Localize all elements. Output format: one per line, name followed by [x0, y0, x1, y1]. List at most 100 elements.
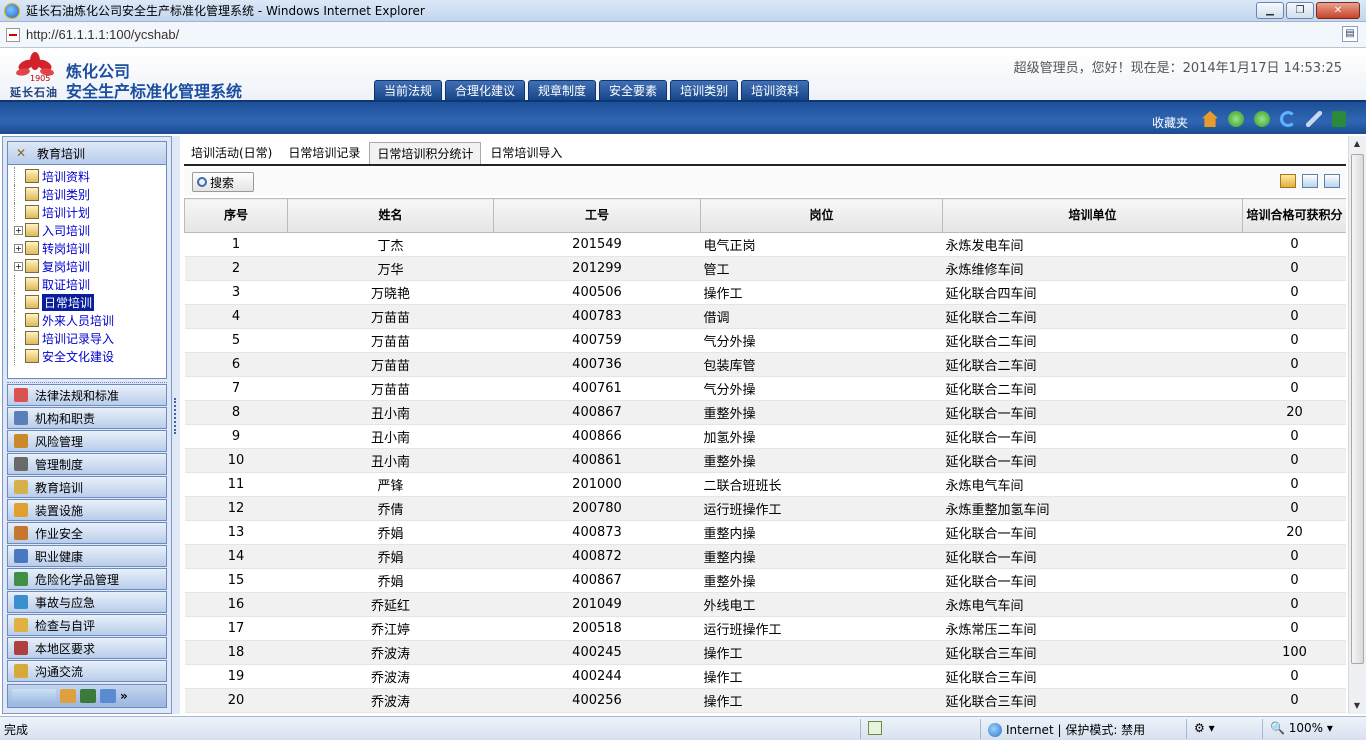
tree-item[interactable]: + 复岗培训 — [14, 257, 166, 275]
export-excel-icon[interactable] — [1302, 174, 1318, 188]
more-chevron-icon[interactable]: » — [120, 689, 136, 703]
table-row[interactable]: 4 万苗苗 400783 借调 延化联合二车间 0 — [184, 304, 1346, 329]
expand-icon[interactable]: + — [14, 225, 23, 235]
favorites-link[interactable]: 收藏夹 — [1152, 114, 1188, 131]
nav-tab-training-materials[interactable]: 培训资料 — [741, 80, 810, 100]
sidebar-section-button[interactable]: 装置设施 — [7, 499, 167, 521]
nav-tab-rules[interactable]: 规章制度 — [528, 80, 597, 100]
sidebar-section-button[interactable]: 本地区要求 — [7, 637, 167, 659]
tree-item[interactable]: 培训资料 — [14, 167, 166, 185]
table-row[interactable]: 12 乔倩 200780 运行班操作工 永炼重整加氢车间 0 — [184, 496, 1346, 521]
nav-tab-safety-elements[interactable]: 安全要素 — [599, 80, 668, 100]
tree-item[interactable]: 日常培训 — [14, 293, 166, 311]
sidebar-open-section[interactable]: ✕ 教育培训 — [7, 141, 167, 165]
column-header[interactable]: 岗位 — [700, 198, 943, 233]
table-row[interactable]: 16 乔延红 201049 外线电工 永炼电气车间 0 — [184, 592, 1346, 617]
footer-doc-icon[interactable] — [100, 689, 116, 703]
tree-item[interactable]: 取证培训 — [14, 275, 166, 293]
security-zone[interactable]: Internet | 保护模式: 禁用 — [988, 721, 1145, 738]
tree-item[interactable]: 培训计划 — [14, 203, 166, 221]
address-url[interactable]: http://61.1.1.1:100/ycshab/ — [26, 27, 179, 42]
table-row[interactable]: 6 万苗苗 400736 包装库管 延化联合二车间 0 — [184, 352, 1346, 377]
table-row[interactable]: 13 乔娟 400873 重整内操 延化联合一车间 20 — [184, 520, 1346, 545]
footer-box-icon[interactable] — [60, 689, 76, 703]
home-icon[interactable] — [1202, 111, 1218, 127]
column-header[interactable]: 序号 — [184, 198, 288, 233]
nav-tab-suggestions[interactable]: 合理化建议 — [445, 80, 526, 100]
sidebar-section-button[interactable]: 法律法规和标准 — [7, 384, 167, 406]
column-header[interactable]: 姓名 — [287, 198, 494, 233]
sidebar-section-button[interactable]: 危险化学品管理 — [7, 568, 167, 590]
table-row[interactable]: 3 万晓艳 400506 操作工 延化联合四车间 0 — [184, 280, 1346, 305]
content-tab[interactable]: 日常培训导入 — [483, 142, 569, 164]
nav-tab-training-types[interactable]: 培训类别 — [670, 80, 739, 100]
settings-wrench-icon[interactable] — [1306, 111, 1322, 127]
sidebar-grip[interactable] — [7, 379, 167, 383]
logout-icon[interactable] — [1332, 111, 1346, 127]
tree-item[interactable]: 外来人员培训 — [14, 311, 166, 329]
content-tab[interactable]: 日常培训记录 — [281, 142, 367, 164]
table-row[interactable]: 2 万华 201299 管工 永炼维修车间 0 — [184, 256, 1346, 281]
print-preview-icon[interactable] — [1324, 174, 1340, 188]
open-folder-icon[interactable] — [1280, 174, 1296, 188]
tree-item[interactable]: 培训记录导入 — [14, 329, 166, 347]
table-cell: 延化联合二车间 — [942, 352, 1243, 377]
footer-list-icon[interactable] — [80, 689, 96, 703]
vertical-scrollbar[interactable]: ▲ ▼ — [1348, 136, 1366, 714]
zoom-level[interactable]: 🔍 100% ▾ — [1270, 721, 1333, 735]
table-row[interactable]: 15 乔娟 400867 重整外操 延化联合一车间 0 — [184, 568, 1346, 593]
tree-item[interactable]: + 入司培训 — [14, 221, 166, 239]
protected-mode-icon[interactable]: ⚙ ▾ — [1194, 721, 1215, 735]
tree-item[interactable]: 培训类别 — [14, 185, 166, 203]
table-row[interactable]: 14 乔娟 400872 重整内操 延化联合一车间 0 — [184, 544, 1346, 569]
sidebar-section-button[interactable]: 事故与应急 — [7, 591, 167, 613]
maximize-button[interactable]: ❐ — [1286, 2, 1314, 19]
sidebar-section-button[interactable]: 职业健康 — [7, 545, 167, 567]
sidebar-section-button[interactable]: 风险管理 — [7, 430, 167, 452]
content-tab[interactable]: 日常培训积分统计 — [369, 142, 482, 164]
tree-item[interactable]: 安全文化建设 — [14, 347, 166, 365]
refresh-icon[interactable] — [1280, 111, 1296, 127]
expand-icon[interactable]: + — [14, 243, 23, 253]
sidebar-section-button[interactable]: 检查与自评 — [7, 614, 167, 636]
section-label: 作业安全 — [35, 526, 84, 541]
table-row[interactable]: 10 丑小南 400861 重整外操 延化联合一车间 0 — [184, 448, 1346, 473]
forward-icon[interactable] — [1254, 111, 1270, 127]
sidebar-section-button[interactable]: 机构和职责 — [7, 407, 167, 429]
minimize-button[interactable]: ▁ — [1256, 2, 1284, 19]
scroll-up-arrow[interactable]: ▲ — [1349, 136, 1365, 152]
column-header[interactable]: 工号 — [493, 198, 701, 233]
scroll-thumb[interactable] — [1351, 154, 1364, 664]
sidebar-section-button[interactable]: 作业安全 — [7, 522, 167, 544]
sidebar-section-button[interactable]: 沟通交流 — [7, 660, 167, 682]
table-row[interactable]: 20 乔波涛 400256 操作工 延化联合三车间 0 — [184, 688, 1346, 713]
back-icon[interactable] — [1228, 111, 1244, 127]
table-row[interactable]: 1 丁杰 201549 电气正岗 永炼发电车间 0 — [184, 232, 1346, 257]
column-header[interactable]: 培训单位 — [942, 198, 1243, 233]
nav-tab-current-regulations[interactable]: 当前法规 — [374, 80, 443, 100]
grid-body: 1 丁杰 201549 电气正岗 永炼发电车间 0 2 万华 201299 管工 永炼维修车间 0 3 万… — [184, 232, 1346, 713]
expand-icon[interactable]: + — [14, 261, 23, 271]
search-button[interactable]: 搜索 — [192, 172, 254, 192]
table-row[interactable]: 11 严锋 201000 二联合班班长 永炼电气车间 0 — [184, 472, 1346, 497]
compatibility-view-icon[interactable]: ▤ — [1342, 26, 1358, 42]
sidebar-splitter[interactable] — [172, 136, 180, 714]
address-bar[interactable]: http://61.1.1.1:100/ycshab/ ▤ — [0, 22, 1366, 48]
close-button[interactable]: ✕ — [1316, 2, 1360, 19]
column-header[interactable]: 培训合格可获积分 — [1242, 198, 1346, 233]
tree-item[interactable]: + 转岗培训 — [14, 239, 166, 257]
sidebar-section-button[interactable]: 教育培训 — [7, 476, 167, 498]
table-row[interactable]: 9 丑小南 400866 加氢外操 延化联合一车间 0 — [184, 424, 1346, 449]
table-row[interactable]: 8 丑小南 400867 重整外操 延化联合一车间 20 — [184, 400, 1346, 425]
table-cell: 运行班操作工 — [700, 496, 943, 521]
table-cell: 外线电工 — [700, 592, 943, 617]
table-row[interactable]: 7 万苗苗 400761 气分外操 延化联合二车间 0 — [184, 376, 1346, 401]
sidebar-section-button[interactable]: 管理制度 — [7, 453, 167, 475]
table-row[interactable]: 18 乔波涛 400245 操作工 延化联合三车间 100 — [184, 640, 1346, 665]
content-tab[interactable]: 培训活动(日常) — [184, 142, 279, 164]
table-row[interactable]: 19 乔波涛 400244 操作工 延化联合三车间 0 — [184, 664, 1346, 689]
table-row[interactable]: 17 乔江婷 200518 运行班操作工 永炼常压二车间 0 — [184, 616, 1346, 641]
table-row[interactable]: 5 万苗苗 400759 气分外操 延化联合二车间 0 — [184, 328, 1346, 353]
scroll-down-arrow[interactable]: ▼ — [1349, 698, 1365, 714]
security-zone-label: Internet | 保护模式: 禁用 — [1006, 723, 1146, 737]
